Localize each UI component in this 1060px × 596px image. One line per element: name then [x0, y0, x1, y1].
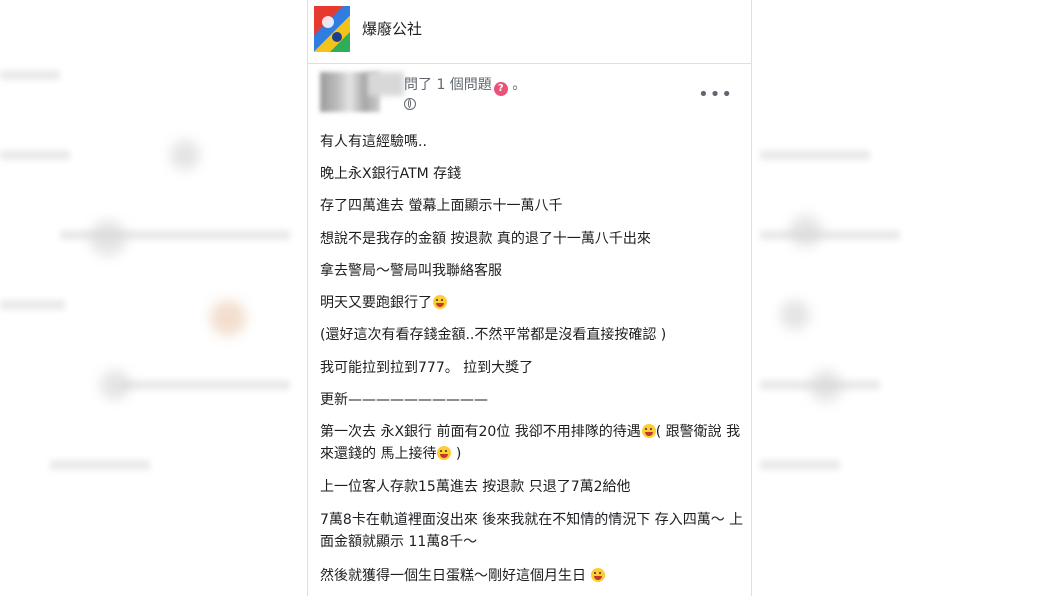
blur-bar [50, 460, 150, 470]
blur-blob [780, 300, 810, 330]
post-line: (還好這次有看存錢金額..不然平常都是沒看直接按確認 ) [320, 327, 667, 343]
post-meta [404, 98, 416, 113]
post-line-text: ( 跟警衛說 我 [655, 424, 741, 440]
blur-bar [760, 460, 840, 470]
blur-blob [210, 300, 246, 336]
user-name[interactable] [368, 72, 404, 96]
post-line: 存了四萬進去 螢幕上面顯示十一萬八千 [320, 198, 563, 214]
blur-bar [760, 380, 880, 390]
post-line: 有人有這經驗嗎.. [320, 134, 427, 150]
post-card: 爆廢公社 問了 1 個問題? 。 ••• 有人有這經驗嗎.. 晚上永X銀行ATM… [307, 0, 752, 596]
blur-bar [760, 150, 870, 160]
asked-question-text: 問了 1 個問題 [404, 77, 492, 93]
blur-bar [0, 150, 70, 160]
post-line-text: 第一次去 永X銀行 前面有20位 我卻不用排隊的待遇 [320, 424, 641, 440]
blur-blob [170, 140, 200, 170]
laughing-emoji-icon [437, 446, 452, 460]
post-line: 晚上永X銀行ATM 存錢 [320, 166, 462, 182]
blur-bar [60, 230, 290, 240]
post-line: 想說不是我存的金額 按退款 真的退了十一萬八千出來 [320, 231, 651, 247]
group-header: 爆廢公社 [308, 0, 751, 64]
post-line: 上一位客人存款15萬進去 按退款 只退了7萬2給他 [320, 479, 631, 495]
post-line: 拿去警局～警局叫我聯絡客服 [320, 263, 502, 279]
more-options-button[interactable]: ••• [698, 84, 733, 105]
laughing-emoji-icon [591, 568, 606, 582]
group-name[interactable]: 爆廢公社 [362, 18, 422, 39]
asked-question-suffix: 。 [512, 77, 527, 93]
post-line-with-emoji: 第一次去 永X銀行 前面有20位 我卻不用排隊的待遇 ( 跟警衛說 我 [320, 422, 740, 442]
post-line: 面金額就顯示 11萬8千～ [320, 534, 478, 550]
post-line-text: ) [451, 446, 462, 462]
post-line: 7萬8卡在軌道裡面沒出來 後來我就在不知情的情況下 存入四萬～ 上 [320, 512, 744, 528]
post-line-text: 明天又要跑銀行了 [320, 295, 432, 311]
asked-question-label: 問了 1 個問題? 。 [404, 74, 526, 96]
blur-bar [120, 380, 290, 390]
group-avatar[interactable] [314, 6, 350, 52]
post-line-with-emoji: 來還錢的 馬上接待 ) [320, 444, 461, 464]
blur-bar [0, 300, 65, 310]
post-line: 我可能拉到拉到777。 拉到大獎了 [320, 360, 534, 376]
globe-icon[interactable] [404, 98, 416, 110]
post-line-with-emoji: 明天又要跑銀行了 [320, 293, 447, 313]
question-badge-icon: ? [493, 82, 508, 96]
post-line: 更新—————————— [320, 392, 488, 408]
post-line-text: 來還錢的 馬上接待 [320, 446, 437, 462]
post-line-with-emoji: 然後就獲得一個生日蛋糕～剛好這個月生日 [320, 566, 606, 586]
blur-bar [0, 70, 60, 80]
blur-bar [760, 230, 900, 240]
laughing-emoji-icon [641, 424, 656, 438]
laughing-emoji-icon [433, 295, 447, 309]
post-line-text: 然後就獲得一個生日蛋糕～剛好這個月生日 [320, 568, 586, 584]
